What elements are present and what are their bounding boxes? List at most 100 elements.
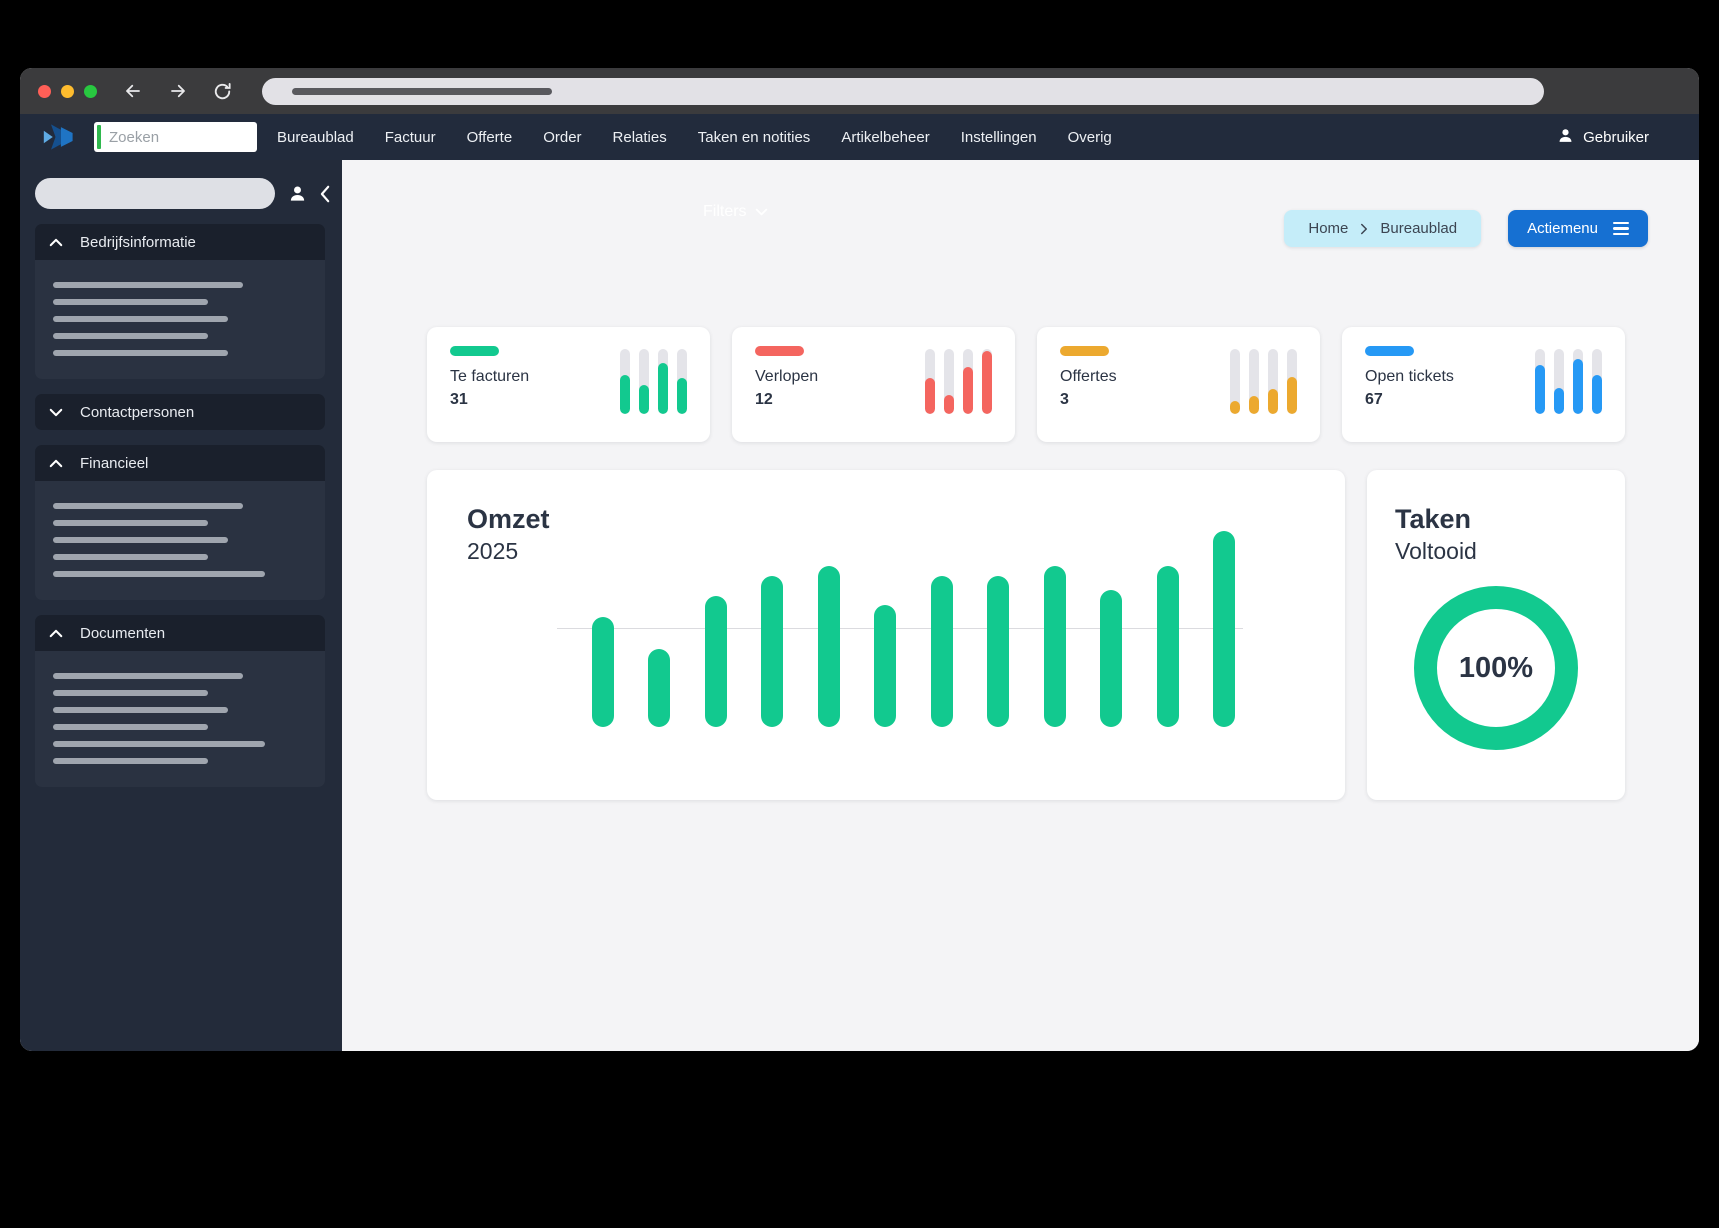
mini-bar-track (944, 349, 954, 414)
section-header-bedrijfsinformatie[interactable]: Bedrijfsinformatie (35, 224, 325, 260)
mini-bar-fill (1535, 365, 1545, 414)
close-window-button[interactable] (38, 84, 51, 98)
status-pill (1365, 346, 1414, 356)
placeholder-line (53, 554, 208, 560)
mini-bar-fill (1287, 376, 1297, 414)
nav-item-offerte[interactable]: Offerte (467, 129, 513, 146)
revenue-chart-card: Omzet 2025 (427, 470, 1345, 800)
placeholder-line (53, 724, 208, 730)
nav-item-overig[interactable]: Overig (1068, 129, 1112, 146)
section-header-documenten[interactable]: Documenten (35, 615, 325, 651)
chevron-up-icon (49, 459, 63, 467)
mini-bar-fill (1573, 358, 1583, 414)
mini-bar-track (1573, 349, 1583, 414)
stat-value: 31 (450, 391, 468, 408)
revenue-bar (930, 576, 953, 727)
mini-bar-track (1268, 349, 1278, 414)
back-icon[interactable] (123, 82, 143, 100)
mini-bar-fill (944, 394, 954, 414)
mini-bar-track (1535, 349, 1545, 414)
mini-bar-fill (925, 378, 935, 414)
revenue-bar (1212, 531, 1235, 727)
mini-bar-chart (1535, 349, 1602, 414)
filters-dropdown[interactable]: Filters (703, 203, 768, 221)
main-content: Filters Home Bureaublad Actiemenu Te fac… (342, 160, 1699, 1051)
nav-item-taken-en-notities[interactable]: Taken en notities (698, 129, 811, 146)
mini-bar-fill (1249, 396, 1259, 414)
stat-card-verlopen: Verlopen 12 (732, 327, 1015, 442)
mini-bar-track (620, 349, 630, 414)
nav-item-factuur[interactable]: Factuur (385, 129, 436, 146)
revenue-bar (1043, 566, 1066, 727)
nav-item-order[interactable]: Order (543, 129, 581, 146)
maximize-window-button[interactable] (84, 84, 97, 98)
status-pill (1060, 346, 1109, 356)
status-pill (755, 346, 804, 356)
stat-label: Verlopen (755, 368, 819, 385)
sidebar-section-documenten: Documenten (35, 615, 325, 787)
contact-person-icon[interactable] (288, 184, 307, 203)
mini-bar-track (925, 349, 935, 414)
revenue-bar (648, 648, 671, 727)
collapse-sidebar-icon[interactable] (320, 185, 331, 203)
revenue-bar (1100, 589, 1123, 727)
mini-bar-fill (1554, 388, 1564, 414)
user-label: Gebruiker (1583, 128, 1649, 146)
breadcrumb: Home Bureaublad (1284, 210, 1482, 247)
status-pill (450, 346, 499, 356)
app-logo[interactable] (42, 121, 78, 153)
mini-bar-track (1287, 349, 1297, 414)
stat-value: 3 (1060, 391, 1069, 408)
nav-item-artikelbeheer[interactable]: Artikelbeheer (841, 129, 929, 146)
minimize-window-button[interactable] (61, 84, 74, 98)
stat-card-offertes: Offertes 3 (1037, 327, 1320, 442)
window-controls (38, 84, 97, 98)
mini-bar-track (1592, 349, 1602, 414)
mini-bar-track (658, 349, 668, 414)
placeholder-line (53, 316, 228, 322)
mini-bar-track (963, 349, 973, 414)
reload-icon[interactable] (213, 82, 232, 101)
action-menu-button[interactable]: Actiemenu (1508, 210, 1648, 247)
search-input[interactable] (101, 128, 257, 146)
forward-icon[interactable] (168, 82, 188, 100)
sidebar-section-financieel: Financieel (35, 445, 325, 600)
placeholder-line (53, 333, 208, 339)
user-menu[interactable]: Gebruiker (1557, 127, 1649, 148)
sidebar-search-input[interactable] (35, 178, 275, 209)
revenue-bar (987, 576, 1010, 727)
placeholder-line (53, 673, 243, 679)
mini-bar-track (677, 349, 687, 414)
sidebar: Bedrijfsinformatie Contactpersonen Finan… (20, 160, 342, 1051)
section-header-contactpersonen[interactable]: Contactpersonen (35, 394, 325, 430)
breadcrumb-current[interactable]: Bureaublad (1380, 220, 1457, 237)
mini-bar-fill (1592, 375, 1602, 414)
browser-window: Bureaublad Factuur Offerte Order Relatie… (20, 68, 1699, 1051)
revenue-bar-chart (557, 531, 1243, 727)
section-header-financieel[interactable]: Financieel (35, 445, 325, 481)
placeholder-line (53, 537, 228, 543)
mini-bar-track (1249, 349, 1259, 414)
chevron-down-icon (755, 208, 767, 216)
mini-bar-track (982, 349, 992, 414)
section-label: Bedrijfsinformatie (80, 233, 196, 251)
nav-item-relaties[interactable]: Relaties (613, 129, 667, 146)
global-search (94, 122, 257, 152)
address-bar[interactable] (262, 77, 1544, 105)
nav-item-instellingen[interactable]: Instellingen (961, 129, 1037, 146)
browser-chrome (20, 68, 1699, 114)
nav-item-bureaublad[interactable]: Bureaublad (277, 129, 354, 146)
url-placeholder (292, 87, 552, 95)
mini-bar-fill (982, 350, 992, 414)
tasks-donut-percentage: 100% (1458, 651, 1534, 684)
omzet-bars (592, 531, 1235, 727)
tasks-card: Taken Voltooid 100% (1367, 470, 1625, 800)
stat-card-te-facturen: Te facturen 31 (427, 327, 710, 442)
breadcrumb-home[interactable]: Home (1308, 220, 1348, 237)
placeholder-line (53, 758, 208, 764)
mini-bar-fill (1230, 401, 1240, 414)
action-menu-label: Actiemenu (1527, 220, 1598, 237)
mini-bar-fill (1268, 389, 1278, 414)
mini-bar-fill (963, 367, 973, 414)
app-topnav: Bureaublad Factuur Offerte Order Relatie… (20, 114, 1699, 160)
